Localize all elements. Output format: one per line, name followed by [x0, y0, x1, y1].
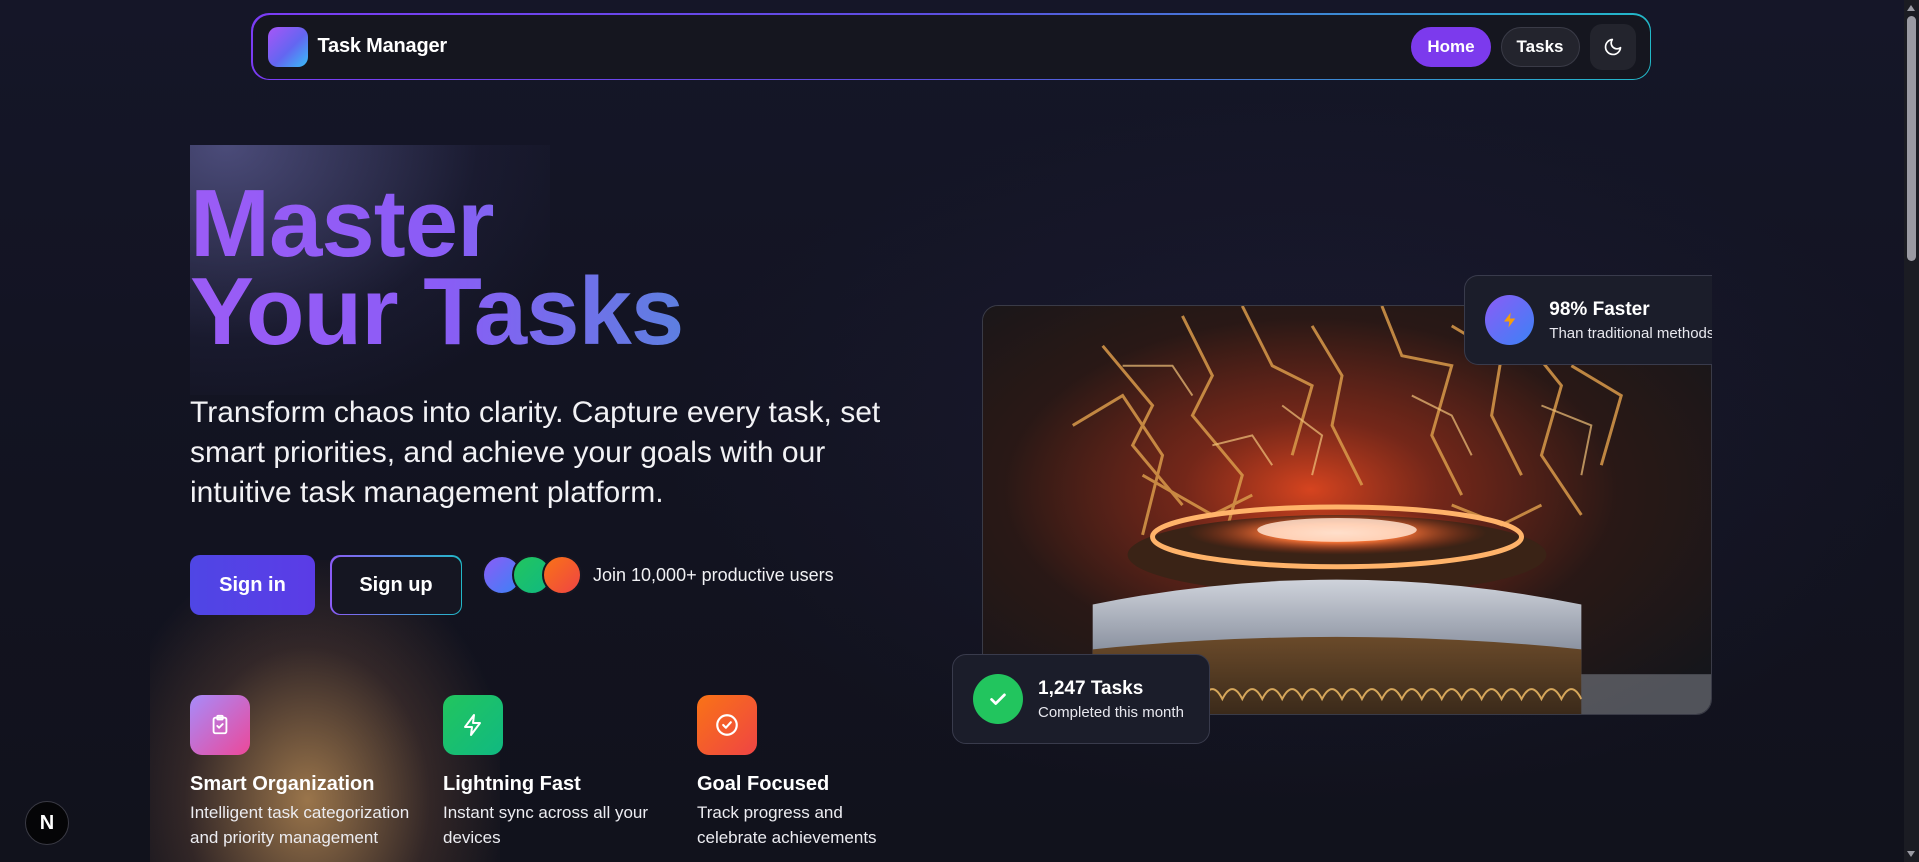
sign-up-label: Sign up [331, 556, 461, 614]
stat-icon-circle [973, 674, 1023, 724]
headline-line-1: Master [190, 170, 494, 277]
avatar [542, 555, 582, 595]
dev-tools-badge[interactable]: N [25, 801, 69, 845]
moon-icon [1604, 38, 1621, 55]
hero-illustration [983, 306, 1711, 714]
stat-text: 98% Faster Than traditional methods [1549, 299, 1712, 342]
speed-stat-title: 98% Faster [1549, 298, 1650, 320]
hero-subtitle: Transform chaos into clarity. Capture ev… [190, 396, 881, 509]
feature-description: Track progress and celebrate achievement… [697, 803, 877, 847]
sign-up-button[interactable]: Sign up [330, 555, 462, 615]
feature-smart-organization: Smart Organization Intelligent task cate… [190, 695, 425, 850]
hero-headline: Master Your Tasks [190, 180, 683, 356]
target-check-icon [716, 714, 738, 736]
headline-line-2: Your Tasks [190, 258, 684, 365]
brand-title[interactable]: Task Manager [318, 35, 448, 58]
feature-lightning-fast: Lightning Fast Instant sync across all y… [443, 695, 678, 850]
social-proof-text: Join 10,000+ productive users [593, 565, 834, 585]
tasks-stat-title: 1,247 Tasks [1038, 677, 1144, 699]
feature-title: Lightning Fast [443, 773, 581, 795]
scroll-down-arrow-icon[interactable] [1907, 851, 1915, 857]
scrollbar-thumb[interactable] [1907, 16, 1916, 261]
feature-icon-box [697, 695, 757, 755]
feature-description: Instant sync across all your devices [443, 803, 649, 847]
stat-text: 1,247 Tasks Completed this month [1038, 678, 1184, 721]
feature-title: Goal Focused [697, 773, 830, 795]
feature-icon-box [190, 695, 250, 755]
stat-icon-circle [1485, 295, 1535, 345]
app-logo-icon[interactable] [267, 26, 308, 67]
lightning-icon [1503, 312, 1515, 328]
page-scrollbar[interactable] [1904, 0, 1919, 862]
checkmark-icon [990, 693, 1006, 705]
scroll-up-arrow-icon[interactable] [1907, 5, 1915, 11]
feature-goal-focused: Goal Focused Track progress and celebrat… [697, 695, 912, 850]
clipboard-check-icon [212, 714, 228, 735]
feature-title: Smart Organization [190, 773, 375, 795]
sign-in-button[interactable]: Sign in [190, 555, 315, 615]
nav-home-button[interactable]: Home [1411, 26, 1491, 67]
tasks-stat-subtitle: Completed this month [1038, 703, 1184, 721]
navbar-inner: Task Manager Home Tasks [252, 14, 1650, 79]
nav-tasks-button[interactable]: Tasks [1500, 26, 1580, 67]
speed-stat-subtitle: Than traditional methods [1549, 324, 1712, 342]
speed-stat-card: 98% Faster Than traditional methods [1464, 275, 1712, 365]
tasks-stat-card: 1,247 Tasks Completed this month [952, 654, 1210, 744]
feature-description: Intelligent task categorization and prio… [190, 803, 410, 847]
feature-icon-box [443, 695, 503, 755]
theme-toggle-button[interactable] [1589, 23, 1636, 70]
top-navbar: Task Manager Home Tasks [251, 13, 1651, 80]
lightning-icon [464, 714, 481, 736]
